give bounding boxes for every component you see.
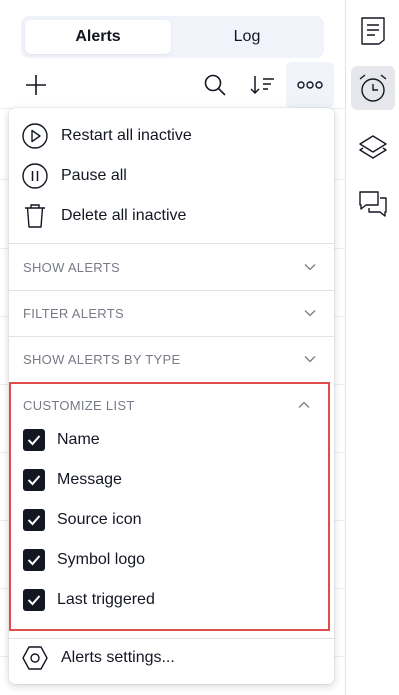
checkbox-checked[interactable] (23, 589, 45, 611)
tab-alerts[interactable]: Alerts (25, 20, 171, 54)
chat-icon (359, 191, 387, 217)
option-label: Name (57, 431, 100, 448)
pause-all-item[interactable]: Pause all (9, 156, 334, 196)
section-label: FILTER ALERTS (23, 305, 124, 321)
alarm-clock-icon (359, 74, 387, 102)
checkbox-checked[interactable] (23, 469, 45, 491)
section-label: CUSTOMIZE LIST (23, 397, 135, 413)
customize-list-section: CUSTOMIZE LIST Name Message Source icon (9, 382, 330, 631)
panel-tabs: Alerts Log (21, 16, 324, 58)
checkmark-icon (27, 515, 41, 526)
chevron-down-icon (300, 349, 320, 369)
chat-button[interactable] (351, 182, 395, 226)
checkbox-checked[interactable] (23, 549, 45, 571)
sort-button[interactable] (242, 62, 282, 108)
restart-all-inactive-label: Restart all inactive (61, 127, 192, 144)
option-symbol-logo[interactable]: Symbol logo (23, 540, 145, 580)
option-label: Symbol logo (57, 551, 146, 568)
checkbox-checked[interactable] (23, 429, 45, 451)
tab-log[interactable]: Log (174, 20, 320, 54)
alerts-toolbar (0, 62, 345, 108)
right-sidebar (345, 0, 399, 695)
chevron-down-icon (300, 303, 320, 323)
more-options-menu: Restart all inactive Pause all Delete al… (9, 108, 334, 684)
object-tree-button[interactable] (351, 124, 395, 168)
chevron-down-icon (300, 257, 320, 277)
restart-all-inactive-item[interactable]: Restart all inactive (9, 116, 334, 156)
checkbox-checked[interactable] (23, 509, 45, 531)
option-last-triggered[interactable]: Last triggered (23, 580, 155, 620)
section-label: SHOW ALERTS BY TYPE (23, 351, 181, 367)
section-show-alerts-by-type[interactable]: SHOW ALERTS BY TYPE (9, 337, 334, 381)
notes-button[interactable] (351, 9, 395, 53)
hexagon-settings-icon (21, 644, 49, 672)
more-icon (297, 81, 323, 89)
delete-all-inactive-label: Delete all inactive (61, 207, 187, 224)
search-icon (204, 74, 226, 96)
search-button[interactable] (195, 62, 235, 108)
section-label: SHOW ALERTS (23, 259, 120, 275)
add-icon (26, 75, 46, 95)
trash-icon (21, 202, 49, 230)
alerts-button[interactable] (351, 66, 395, 110)
option-label: Last triggered (57, 591, 155, 608)
pause-all-label: Pause all (61, 167, 127, 184)
checkmark-icon (27, 475, 41, 486)
checkmark-icon (27, 435, 41, 446)
section-show-alerts[interactable]: SHOW ALERTS (9, 245, 334, 289)
play-circle-icon (21, 122, 49, 150)
option-message[interactable]: Message (23, 460, 122, 500)
chevron-up-icon (294, 395, 314, 415)
pause-circle-icon (21, 162, 49, 190)
checkmark-icon (27, 595, 41, 606)
option-label: Message (57, 471, 122, 488)
alerts-settings-item[interactable]: Alerts settings... (9, 638, 334, 678)
menu-separator (9, 243, 334, 244)
more-options-button[interactable] (286, 62, 334, 108)
option-label: Source icon (57, 511, 142, 528)
sort-icon (250, 76, 274, 95)
notes-icon (361, 17, 385, 45)
delete-all-inactive-item[interactable]: Delete all inactive (9, 196, 334, 236)
layers-icon (359, 135, 387, 159)
option-name[interactable]: Name (23, 420, 100, 460)
alerts-settings-label: Alerts settings... (61, 649, 175, 666)
section-filter-alerts[interactable]: FILTER ALERTS (9, 291, 334, 335)
option-source-icon[interactable]: Source icon (23, 500, 142, 540)
checkmark-icon (27, 555, 41, 566)
add-alert-button[interactable] (16, 62, 56, 108)
